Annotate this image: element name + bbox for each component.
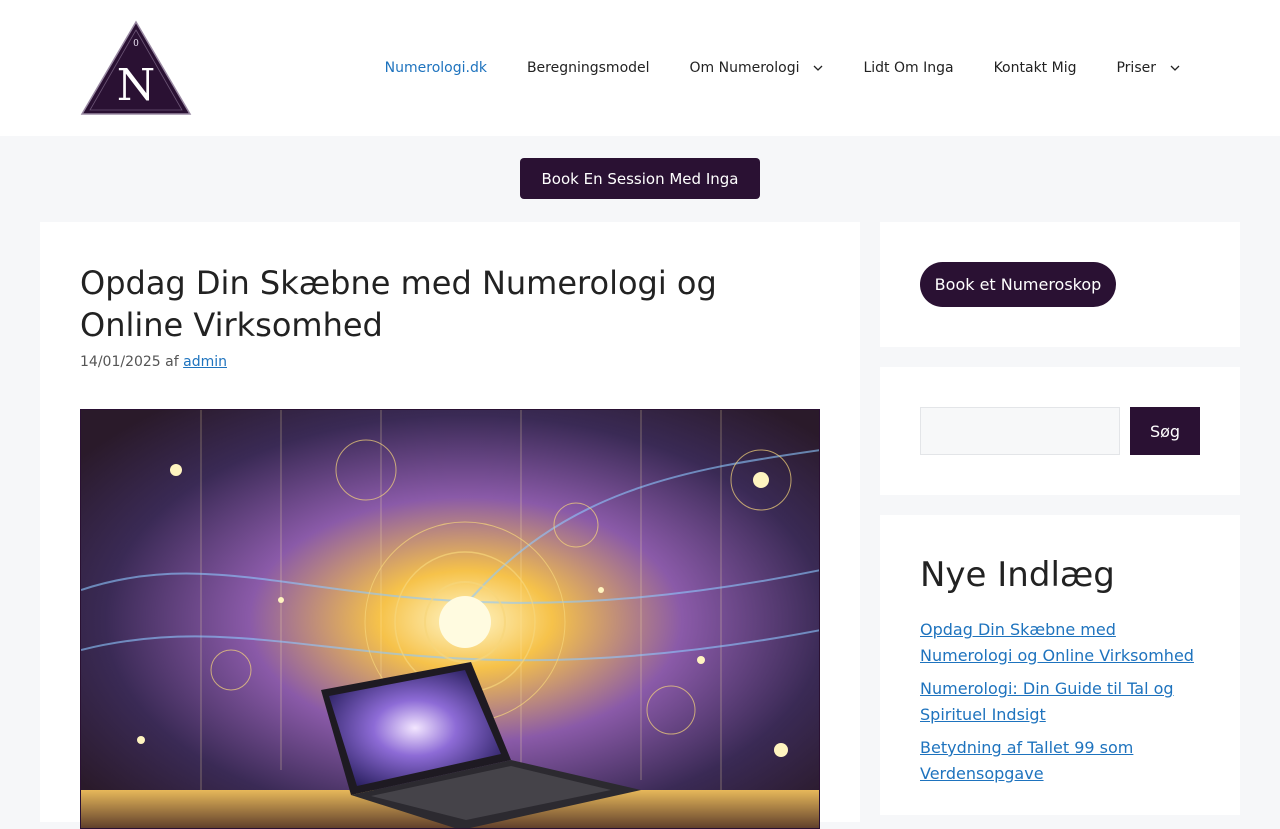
cosmic-laptop-illustration [81, 410, 819, 828]
recent-post-link[interactable]: Numerologi: Din Guide til Tal og Spiritu… [920, 679, 1174, 724]
book-numeroskop-button[interactable]: Book et Numeroskop [920, 262, 1116, 307]
nav-item-label: Beregningsmodel [526, 60, 650, 76]
svg-text:0: 0 [133, 39, 139, 49]
article: Opdag Din Skæbne med Numerologi og Onlin… [40, 222, 860, 829]
book-session-bar: Book En Session Med Inga [0, 136, 1280, 222]
site-header: 0 N Numerologi.dk Beregningsmodel Om Num… [0, 0, 1280, 136]
book-session-button[interactable]: Book En Session Med Inga [520, 158, 760, 199]
nav-item-label: Priser [1116, 60, 1156, 76]
nav-item-label: Numerologi.dk [384, 60, 487, 76]
list-item: Betydning af Tallet 99 som Verdensopgave [920, 735, 1210, 786]
nav-item-om-numerologi[interactable]: Om Numerologi [670, 60, 844, 76]
search-button[interactable]: Søg [1130, 407, 1200, 455]
recent-posts-title: Nye Indlæg [920, 555, 1115, 595]
search-input[interactable] [920, 407, 1120, 455]
post-by: af [165, 354, 179, 370]
list-item: Opdag Din Skæbne med Numerologi og Onlin… [920, 617, 1210, 668]
main-nav: Numerologi.dk Beregningsmodel Om Numerol… [365, 0, 1200, 136]
chevron-down-icon [814, 65, 823, 71]
post-title: Opdag Din Skæbne med Numerologi og Onlin… [80, 264, 717, 344]
nav-item-kontakt-mig[interactable]: Kontakt Mig [974, 60, 1097, 76]
featured-image [80, 409, 820, 829]
post-date: 14/01/2025 [80, 354, 161, 370]
post-meta: 14/01/2025 af admin [80, 354, 227, 370]
nav-item-label: Kontakt Mig [993, 60, 1077, 76]
nav-item-label: Om Numerologi [689, 60, 800, 76]
recent-posts-widget: Nye Indlæg Opdag Din Skæbne med Numerolo… [880, 515, 1240, 815]
search-widget: Søg [880, 367, 1240, 495]
svg-text:N: N [117, 60, 156, 111]
nav-item-lidt-om-inga[interactable]: Lidt Om Inga [843, 60, 973, 76]
chevron-down-icon [1170, 65, 1180, 71]
recent-post-link[interactable]: Betydning af Tallet 99 som Verdensopgave [920, 738, 1133, 783]
recent-post-link[interactable]: Opdag Din Skæbne med Numerologi og Onlin… [920, 620, 1194, 665]
logo-triangle-icon: 0 N [80, 20, 192, 115]
nav-item-priser[interactable]: Priser [1096, 60, 1200, 76]
numeroskop-widget: Book et Numeroskop [880, 222, 1240, 347]
nav-item-beregningsmodel[interactable]: Beregningsmodel [507, 60, 670, 76]
recent-posts-list: Opdag Din Skæbne med Numerologi og Onlin… [920, 617, 1210, 794]
nav-item-numerologi-dk[interactable]: Numerologi.dk [365, 60, 507, 76]
list-item: Numerologi: Din Guide til Tal og Spiritu… [920, 676, 1210, 727]
nav-item-label: Lidt Om Inga [863, 60, 954, 76]
site-logo[interactable]: 0 N [80, 20, 192, 116]
post-author-link[interactable]: admin [183, 354, 227, 370]
